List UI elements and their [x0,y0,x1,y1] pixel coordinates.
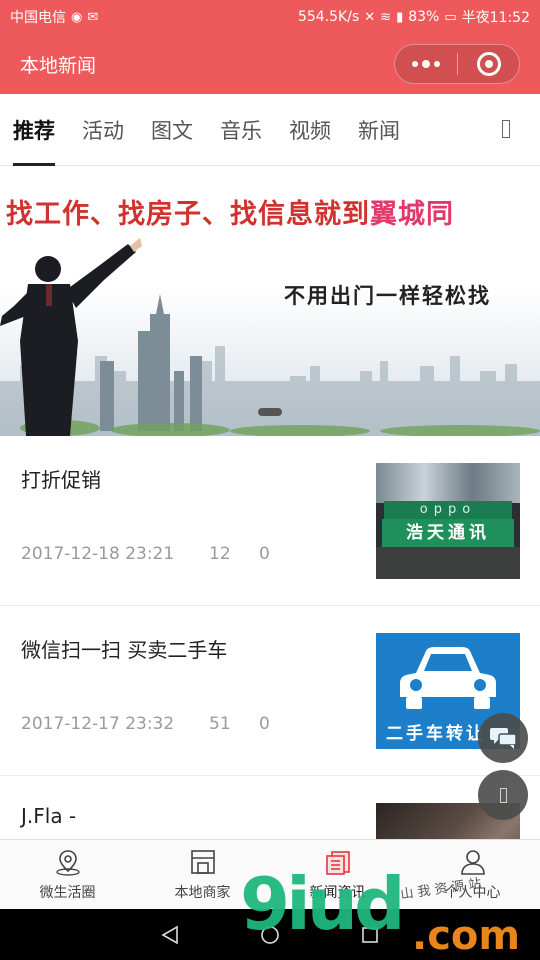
thumb-banner-text: 二手车转让 [386,724,486,744]
news-comments: 0 [259,714,270,734]
tab-activity[interactable]: 活动 [82,94,124,166]
thumb-logo-text: oppo [384,501,512,519]
chat-bubbles-icon [490,728,517,749]
user-icon [460,849,485,875]
more-dots-icon [412,61,418,67]
weibo-icon: ◉ [71,9,83,25]
banner-headline: 找工作、找房子、找信息就到翼城同 [6,199,454,230]
battery-icon: ▭ [444,9,457,25]
thumb-sign-text: 浩天通讯 [382,519,514,547]
floating-action-button[interactable] [478,770,528,820]
news-thumbnail: oppo 浩天通讯 [376,463,520,579]
tabbar-item-life-circle[interactable]: 微生活圈 [0,840,135,909]
news-views: 12 [209,544,231,564]
news-date: 2017-12-17 23:32 [21,714,175,734]
news-meta: 2017-12-18 23:21 12 0 [21,544,270,564]
news-item[interactable]: 打折促销 2017-12-18 23:21 12 0 oppo 浩天通讯 [0,436,540,606]
back-icon[interactable] [159,924,181,946]
close-miniprogram-button[interactable] [458,45,519,83]
network-speed: 554.5K/s [297,9,360,25]
carousel-indicator [258,408,282,416]
news-date: 2017-12-18 23:21 [21,544,175,564]
news-views: 51 [209,714,231,734]
category-tabs: 推荐 活动 图文 音乐 视频 新闻 [0,94,540,166]
carrier-label: 中国电信 [10,10,66,26]
banner-carousel[interactable]: 找工作、找房子、找信息就到翼城同 不用出门一样轻松找 [0,166,540,436]
mute-icon: ✕ [364,9,376,25]
news-title: 打折促销 [21,468,101,492]
placeholder-glyph-icon [499,787,507,803]
banner-subline: 不用出门一样轻松找 [284,284,491,308]
news-title: 微信扫一扫 买卖二手车 [21,638,228,662]
tab-video[interactable]: 视频 [289,94,331,166]
tabbar-label: 微生活圈 [39,884,96,901]
car-icon [400,647,496,709]
wifi-icon: ≋ [380,9,392,25]
more-menu-button[interactable] [395,45,457,83]
customer-service-button[interactable] [478,713,528,763]
tab-news[interactable]: 新闻 [358,94,400,166]
news-item[interactable]: 微信扫一扫 买卖二手车 2017-12-17 23:32 51 0 二手车转让 [0,606,540,776]
watermark-domain: .com [412,913,521,959]
watermark-logo: 9iud [240,862,406,946]
tab-music[interactable]: 音乐 [220,94,262,166]
location-icon [55,849,80,876]
news-comments: 0 [259,544,270,564]
wechat-icon: ✉ [87,9,99,25]
capsule-menu [394,44,520,84]
tab-more-icon[interactable] [502,120,510,138]
status-bar: 中国电信 ◉ ✉ 554.5K/s ✕ ≋ ▮ 83% ▭ 半夜11:52 [0,0,540,34]
tab-photo-text[interactable]: 图文 [151,94,193,166]
tab-recommend[interactable]: 推荐 [13,94,55,166]
nav-bar: 本地新闻 [0,34,540,94]
clock: 半夜11:52 [461,10,530,26]
signal-icon: ▮ [396,9,404,25]
close-ring-icon [476,52,501,76]
store-icon [190,849,215,874]
news-meta: 2017-12-17 23:32 51 0 [21,714,270,734]
banner-brand: 翼城同 [370,199,454,230]
page-title: 本地新闻 [20,54,97,77]
news-title: J.Fla - [21,804,77,828]
tabbar-label: 本地商家 [174,884,231,901]
battery-level: 83% [408,9,440,25]
